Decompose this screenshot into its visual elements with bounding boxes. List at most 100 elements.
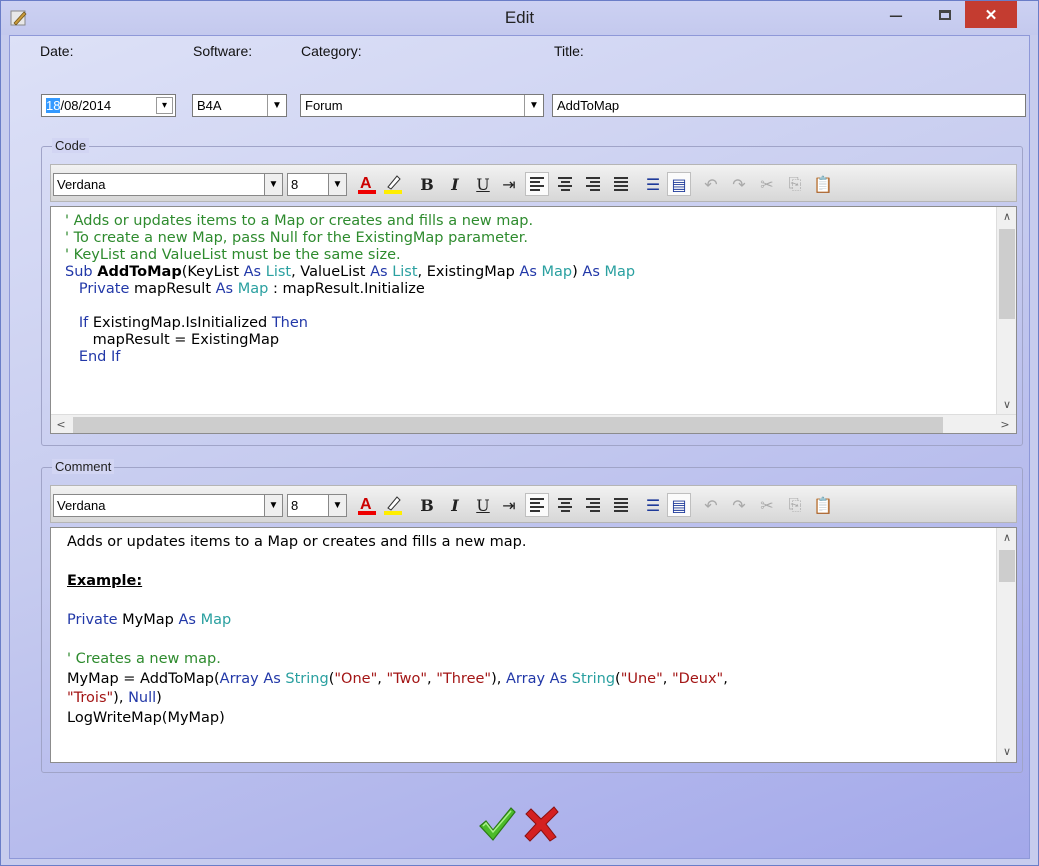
- code-line: If ExistingMap.IsInitialized Then: [65, 315, 635, 332]
- cut-button[interactable]: ✂: [755, 493, 779, 517]
- code-size-select[interactable]: 8 ▼: [287, 173, 347, 196]
- code-vertical-scrollbar[interactable]: ∧ ∨: [996, 207, 1016, 415]
- code-token: Adds or updates items to a Map or create…: [67, 534, 527, 550]
- comment-line: Private MyMap As Map: [67, 611, 728, 631]
- scroll-thumb[interactable]: [999, 550, 1015, 582]
- justify-button[interactable]: [609, 172, 633, 196]
- bullet-list-button[interactable]: ☰: [641, 172, 665, 196]
- scroll-thumb[interactable]: [999, 229, 1015, 319]
- code-horizontal-scrollbar[interactable]: < >: [51, 414, 1016, 433]
- software-select[interactable]: B4A ▼: [192, 94, 287, 117]
- bullet-list-button[interactable]: ☰: [641, 493, 665, 517]
- font-color-button[interactable]: A: [355, 493, 379, 517]
- size-dropdown-button[interactable]: ▼: [328, 174, 346, 195]
- maximize-button[interactable]: [928, 1, 962, 28]
- code-font-select[interactable]: Verdana ▼: [53, 173, 283, 196]
- redo-button[interactable]: ↷: [727, 172, 751, 196]
- comment-line: [67, 592, 728, 612]
- code-token: Private: [67, 612, 123, 628]
- edit-window: Edit – ✕ Date: 18/08/2014 ▾ Software: B4…: [0, 0, 1039, 866]
- italic-button[interactable]: I: [443, 172, 467, 196]
- numbered-list-button[interactable]: ▤: [667, 493, 691, 517]
- font-dropdown-button[interactable]: ▼: [264, 174, 282, 195]
- close-button[interactable]: ✕: [965, 1, 1017, 28]
- code-token: ): [572, 264, 583, 280]
- scroll-down-icon[interactable]: ∨: [997, 395, 1016, 415]
- category-dropdown-button[interactable]: ▼: [524, 95, 543, 116]
- underline-button[interactable]: U: [471, 172, 495, 196]
- code-token: mapResult: [134, 281, 216, 297]
- code-token: "Trois": [67, 690, 114, 706]
- code-token: Map: [541, 264, 573, 280]
- code-token: ' Creates a new map.: [67, 651, 221, 667]
- comment-line: "Trois"), Null): [67, 689, 728, 709]
- scroll-left-icon[interactable]: <: [51, 415, 71, 433]
- numbered-list-button[interactable]: ▤: [667, 172, 691, 196]
- paste-button[interactable]: 📋: [811, 172, 835, 196]
- font-dropdown-button[interactable]: ▼: [264, 495, 282, 516]
- code-token: "Une": [620, 670, 663, 687]
- code-token: ' Adds or updates items to a Map or crea…: [65, 213, 534, 229]
- ok-checkmark-button[interactable]: [477, 804, 517, 844]
- align-right-button[interactable]: [581, 172, 605, 196]
- comment-editor[interactable]: Adds or updates items to a Map or create…: [50, 527, 1017, 763]
- bold-button[interactable]: B: [415, 172, 439, 196]
- scroll-up-icon[interactable]: ∧: [997, 207, 1016, 227]
- comment-font-select[interactable]: Verdana ▼: [53, 494, 283, 517]
- font-color-button[interactable]: A: [355, 172, 379, 196]
- align-center-button[interactable]: [553, 172, 577, 196]
- copy-button[interactable]: ⎘: [783, 172, 807, 196]
- justify-button[interactable]: [609, 493, 633, 517]
- comment-group-label: Comment: [52, 459, 115, 474]
- align-left-button[interactable]: [525, 172, 549, 196]
- align-right-button[interactable]: [581, 493, 605, 517]
- date-dropdown-button[interactable]: ▾: [156, 97, 173, 114]
- size-dropdown-button[interactable]: ▼: [328, 495, 346, 516]
- date-picker[interactable]: 18/08/2014 ▾: [41, 94, 176, 117]
- code-token: Map: [237, 281, 269, 297]
- undo-button[interactable]: ↶: [699, 493, 723, 517]
- code-editor[interactable]: ' Adds or updates items to a Map or crea…: [50, 206, 1017, 434]
- horizontal-scroll-thumb[interactable]: [73, 417, 943, 433]
- underline-button[interactable]: U: [471, 493, 495, 517]
- scroll-down-icon[interactable]: ∨: [997, 742, 1016, 762]
- code-token: Array: [505, 670, 550, 687]
- highlight-button[interactable]: [381, 172, 405, 196]
- undo-button[interactable]: ↶: [699, 172, 723, 196]
- code-token: As: [549, 670, 572, 687]
- minimize-button[interactable]: –: [881, 1, 911, 28]
- copy-button[interactable]: ⎘: [783, 493, 807, 517]
- comment-line: [67, 631, 728, 651]
- cut-button[interactable]: ✂: [755, 172, 779, 196]
- redo-button[interactable]: ↷: [727, 493, 751, 517]
- comment-vertical-scrollbar[interactable]: ∧ ∨: [996, 528, 1016, 762]
- category-select[interactable]: Forum ▼: [300, 94, 544, 117]
- code-token: As: [263, 670, 286, 687]
- highlighter-icon: [384, 496, 402, 515]
- comment-line: [67, 553, 728, 573]
- cancel-x-button[interactable]: [521, 804, 561, 844]
- bold-button[interactable]: B: [415, 493, 439, 517]
- bullet-list-icon: ☰: [645, 495, 661, 515]
- scroll-right-icon[interactable]: >: [995, 415, 1015, 433]
- highlight-button[interactable]: [381, 493, 405, 517]
- align-center-button[interactable]: [553, 493, 577, 517]
- code-token: "One": [334, 670, 378, 687]
- code-token: String: [571, 670, 616, 687]
- align-left-button[interactable]: [525, 493, 549, 517]
- code-line: ' KeyList and ValueList must be the same…: [65, 247, 635, 264]
- title-input[interactable]: AddToMap: [552, 94, 1026, 117]
- indent-button[interactable]: ⇥: [497, 172, 521, 196]
- title-bar[interactable]: Edit – ✕: [1, 1, 1038, 35]
- copy-icon: ⎘: [788, 495, 802, 514]
- paste-icon: 📋: [813, 495, 833, 515]
- code-token: String: [285, 670, 329, 687]
- software-dropdown-button[interactable]: ▼: [267, 95, 286, 116]
- italic-button[interactable]: I: [443, 493, 467, 517]
- paste-button[interactable]: 📋: [811, 493, 835, 517]
- comment-size-select[interactable]: 8 ▼: [287, 494, 347, 517]
- code-token: As: [582, 264, 605, 280]
- indent-button[interactable]: ⇥: [497, 493, 521, 517]
- scroll-up-icon[interactable]: ∧: [997, 528, 1016, 548]
